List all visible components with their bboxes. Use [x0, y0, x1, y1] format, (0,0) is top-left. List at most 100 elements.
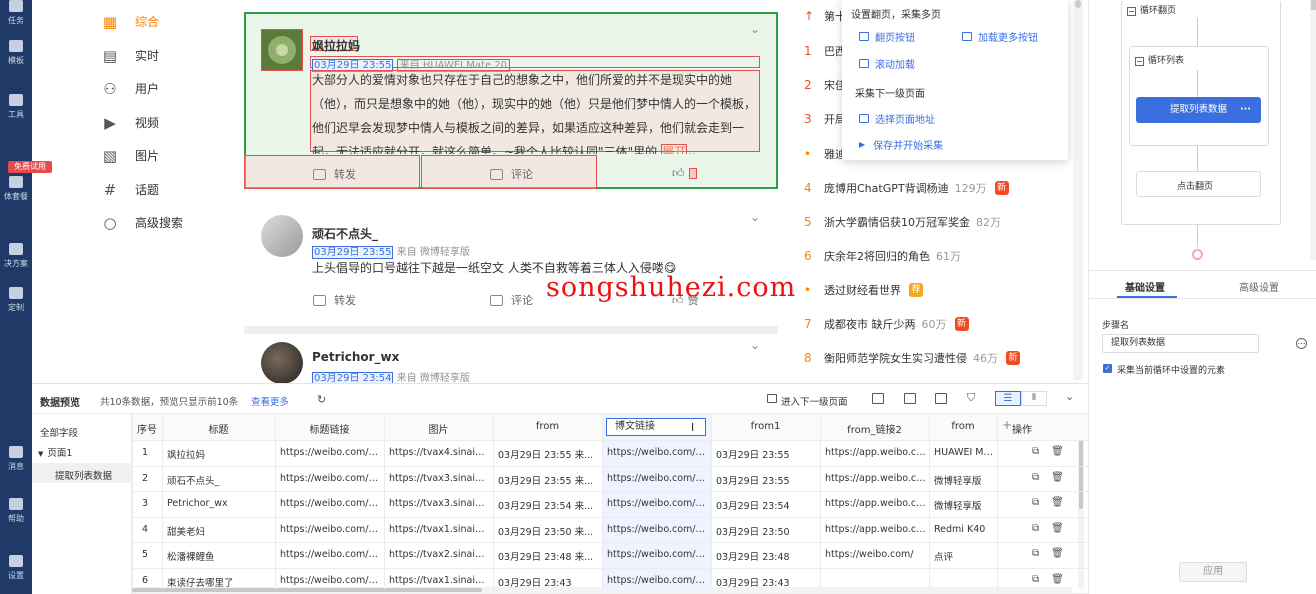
apply-button[interactable]: 应用	[1179, 562, 1247, 582]
chevron-down-icon[interactable]: ⌄	[750, 22, 760, 36]
upload-icon[interactable]	[935, 393, 947, 404]
hot-item[interactable]: 8 衡阳师范学院女生实习遭性侵 46万新	[804, 350, 1020, 366]
post-author[interactable]: Petrichor_wx	[312, 350, 399, 364]
table-cell[interactable]: 飒拉拉妈	[167, 447, 272, 461]
table-cell[interactable]: HUAWEI Mate	[934, 447, 994, 458]
column-view-toggle[interactable]: ⦀	[1021, 391, 1047, 406]
table-cell[interactable]: 1	[142, 447, 164, 458]
column-header[interactable]: 图片	[384, 421, 493, 436]
download-icon[interactable]	[904, 393, 916, 404]
table-cell[interactable]: https://tvax3.sinaimg...	[389, 473, 490, 484]
delete-icon[interactable]: 🗑︎	[1051, 446, 1064, 457]
table-cell[interactable]: 03月29日 23:55 来...	[498, 447, 599, 461]
extract-step-button[interactable]: 提取列表数据 ···	[1136, 97, 1261, 123]
hot-item[interactable]: 4 庞博用ChatGPT背调杨迪 129万新	[804, 180, 1009, 196]
delete-icon[interactable]: 🗑︎	[1051, 497, 1064, 508]
delete-icon[interactable]: 🗑︎	[1051, 472, 1064, 483]
nav-item-2[interactable]: ⚇ 用户	[102, 78, 159, 100]
table-cell[interactable]: https://tvax4.sinaimg...	[389, 447, 490, 458]
table-cell[interactable]: https://app.weibo.co...	[825, 447, 926, 458]
collapse-icon[interactable]: −	[1127, 7, 1136, 16]
more-icon[interactable]: ···	[1240, 97, 1251, 123]
table-cell[interactable]: https://tvax3.sinaimg...	[389, 498, 490, 509]
hot-item[interactable]: 5 浙大学霸情侣获10万冠军奖金 82万	[804, 214, 1001, 230]
table-cell[interactable]: 03月29日 23:55	[716, 447, 817, 461]
table-cell[interactable]: 03月29日 23:43	[716, 575, 817, 589]
page-scrollbar[interactable]	[1073, 0, 1083, 380]
nav-item-6[interactable]: ○ 高级搜索	[102, 212, 183, 234]
edit-icon[interactable]: ⧉	[1032, 548, 1039, 559]
edit-icon[interactable]: ⧉	[1032, 472, 1039, 483]
comment-button[interactable]: 评论	[490, 292, 533, 308]
loop-list-label[interactable]: − 循环列表	[1135, 53, 1184, 66]
hot-item[interactable]: 3 开局	[804, 111, 846, 127]
popup-item-scroll-load[interactable]: 滚动加载	[859, 56, 915, 71]
table-cell[interactable]: 6	[142, 575, 164, 586]
table-cell[interactable]: https://weibo.com/5...	[607, 549, 708, 560]
table-cell[interactable]: 点评	[934, 549, 994, 563]
popup-item-save-start[interactable]: ▶ 保存并开始采集	[859, 137, 943, 152]
chevron-down-icon[interactable]: ⌄	[750, 338, 760, 352]
table-cell[interactable]: 松潘裸鲤鱼	[167, 549, 272, 563]
view-more-link[interactable]: 查看更多	[251, 394, 289, 408]
table-cell[interactable]: 甜美老妇	[167, 524, 272, 538]
edit-icon[interactable]: ⧉	[1032, 446, 1039, 457]
rail-item-7[interactable]: 帮助	[0, 498, 32, 538]
table-cell[interactable]: https://tvax1.sinaimg...	[389, 524, 490, 535]
rail-item-5[interactable]: 定制	[0, 287, 32, 327]
collect-elements-checkbox[interactable]: ✓	[1103, 364, 1112, 373]
table-cell[interactable]: 2	[142, 473, 164, 484]
expand-link[interactable]: 展开	[661, 144, 688, 154]
nav-item-4[interactable]: ▧ 图片	[102, 145, 159, 167]
column-header[interactable]: from	[929, 421, 997, 432]
table-cell[interactable]: 03月29日 23:43	[498, 575, 599, 589]
delete-icon[interactable]: 🗑︎	[1051, 574, 1064, 585]
list-view-toggle[interactable]: ☰	[995, 391, 1021, 406]
table-cell[interactable]: 03月29日 23:55 来...	[498, 473, 599, 487]
table-cell[interactable]: https://weibo.com/7...	[607, 473, 708, 484]
repost-button[interactable]: 转发	[313, 166, 356, 182]
table-cell[interactable]: https://weibo.com/6...	[607, 498, 708, 509]
column-header[interactable]: 标题链接	[275, 421, 384, 436]
popup-item-load-more[interactable]: 加载更多按钮	[962, 29, 1038, 44]
rail-item-6[interactable]: 消息	[0, 446, 32, 486]
table-cell[interactable]: https://weibo.com/5...	[607, 575, 708, 586]
collapse-icon[interactable]: −	[1135, 57, 1144, 66]
next-level-button[interactable]: 进入下一级页面	[781, 394, 848, 408]
table-cell[interactable]: https://weibo.com/6...	[280, 498, 381, 509]
table-cell[interactable]: https://weibo.com/1...	[607, 447, 708, 458]
table-cell[interactable]: https://tvax1.sinaimg...	[389, 575, 490, 586]
rail-item-0[interactable]: 任务	[0, 0, 32, 40]
popup-item-select-url[interactable]: 选择页面地址	[859, 111, 935, 126]
repost-button[interactable]: 转发	[313, 292, 356, 308]
hot-item[interactable]: • 透过财经看世界荐	[804, 282, 923, 298]
table-cell[interactable]: 4	[142, 524, 164, 535]
hot-item[interactable]: 6 庆余年2将回归的角色 61万	[804, 248, 961, 264]
edit-icon[interactable]: ⧉	[1032, 574, 1039, 585]
rail-item-4[interactable]: 决方案	[0, 243, 32, 283]
avatar[interactable]	[261, 342, 303, 384]
table-cell[interactable]: https://weibo.com/1...	[280, 447, 381, 458]
hot-item[interactable]: 7 成都夜市 缺斤少两 60万新	[804, 316, 969, 332]
hot-item[interactable]: 1 巴西	[804, 43, 846, 59]
popup-item-page-button[interactable]: 翻页按钮	[859, 29, 915, 44]
table-cell[interactable]: 03月29日 23:55	[716, 473, 817, 487]
column-header[interactable]: from	[493, 421, 602, 432]
table-cell[interactable]: https://app.weibo.co...	[825, 473, 926, 484]
rail-item-8[interactable]: 设置	[0, 555, 32, 594]
chevron-down-icon[interactable]: ⌄	[750, 210, 760, 224]
edit-icon[interactable]: ⧉	[1032, 523, 1039, 534]
column-header[interactable]: 标题	[162, 421, 275, 436]
step-name-input[interactable]: 提取列表数据	[1102, 334, 1259, 353]
table-cell[interactable]: https://weibo.com/5...	[280, 575, 381, 586]
avatar[interactable]	[261, 215, 303, 257]
table-cell[interactable]: https://weibo.com/6...	[607, 524, 708, 535]
nav-item-3[interactable]: ▶ 视频	[102, 112, 159, 134]
table-cell[interactable]: Petrichor_wx	[167, 498, 272, 509]
table-cell[interactable]: 3	[142, 498, 164, 509]
table-cell[interactable]: 5	[142, 549, 164, 560]
nav-item-0[interactable]: ▦ 综合	[102, 11, 159, 33]
refresh-icon[interactable]: ↻	[317, 393, 326, 406]
table-cell[interactable]: 束读仔去哪里了	[167, 575, 272, 589]
add-column-icon[interactable]: +	[1002, 418, 1012, 432]
